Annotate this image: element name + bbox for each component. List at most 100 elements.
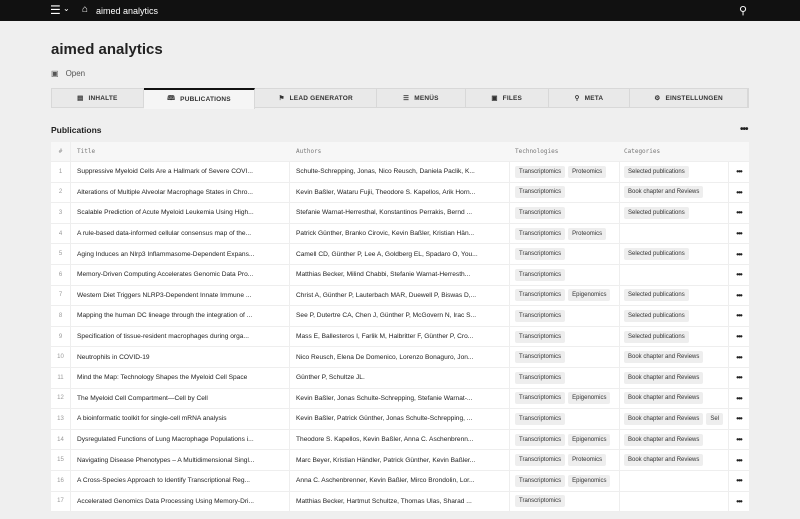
col-technologies[interactable]: Technologies <box>510 142 620 161</box>
technology-tag[interactable]: Epigenomics <box>568 433 611 446</box>
category-tag[interactable]: Book chapter and Reviews <box>624 433 704 446</box>
row-title[interactable]: Neutrophils in COVID-19 <box>71 347 290 367</box>
category-tag[interactable]: Selected publications <box>624 248 689 261</box>
row-actions-icon[interactable]: ••• <box>728 306 749 326</box>
technology-tag[interactable]: Transcriptomics <box>515 227 566 240</box>
search-icon[interactable]: ⚲ <box>739 4 747 17</box>
table-row[interactable]: 1 Suppressive Myeloid Cells Are a Hallma… <box>51 162 749 183</box>
row-actions-icon[interactable]: ••• <box>728 285 749 306</box>
row-title[interactable]: Mapping the human DC lineage through the… <box>71 306 290 326</box>
table-row[interactable]: 6 Memory-Driven Computing Accelerates Ge… <box>51 264 749 286</box>
category-tag[interactable]: Selected publications <box>624 309 689 322</box>
row-actions-icon[interactable]: ••• <box>728 429 749 450</box>
app-title[interactable]: aimed analytics <box>96 6 158 16</box>
table-row[interactable]: 10 Neutrophils in COVID-19 Nico Reusch, … <box>51 347 749 368</box>
row-title[interactable]: Alterations of Multiple Alveolar Macroph… <box>71 182 290 203</box>
technology-tag[interactable]: Transcriptomics <box>515 248 566 261</box>
table-row[interactable]: 3 Scalable Prediction of Acute Myeloid L… <box>51 203 749 224</box>
row-actions-icon[interactable]: ••• <box>728 450 749 470</box>
table-row[interactable]: 11 Mind the Map: Technology Shapes the M… <box>51 367 749 389</box>
row-actions-icon[interactable]: ••• <box>728 367 749 388</box>
row-actions-icon[interactable]: ••• <box>728 182 749 203</box>
category-tag[interactable]: Selected publications <box>624 206 689 219</box>
table-row[interactable]: 8 Mapping the human DC lineage through t… <box>51 306 749 327</box>
technology-tag[interactable]: Transcriptomics <box>515 371 566 384</box>
home-icon[interactable]: ⌂ <box>82 4 88 15</box>
table-row[interactable]: 9 Specification of tissue-resident macro… <box>51 326 749 348</box>
table-row[interactable]: 13 A bioinformatic toolkit for single-ce… <box>51 409 749 430</box>
table-row[interactable]: 14 Dysregulated Functions of Lung Macrop… <box>51 429 749 451</box>
row-title[interactable]: Mind the Map: Technology Shapes the Myel… <box>71 367 290 388</box>
row-title[interactable]: A rule-based data-informed cellular cons… <box>71 223 290 244</box>
technology-tag[interactable]: Epigenomics <box>568 392 611 405</box>
more-options-icon[interactable]: ••• <box>740 124 748 135</box>
technology-tag[interactable]: Transcriptomics <box>515 289 566 302</box>
technology-tag[interactable]: Transcriptomics <box>515 433 566 446</box>
tab-einstellungen[interactable]: ⚙ EINSTELLUNGEN <box>630 89 748 107</box>
technology-tag[interactable]: Transcriptomics <box>515 309 566 322</box>
row-actions-icon[interactable]: ••• <box>728 203 749 223</box>
row-actions-icon[interactable]: ••• <box>728 264 749 285</box>
table-row[interactable]: 15 Navigating Disease Phenotypes – A Mul… <box>51 450 749 471</box>
technology-tag[interactable]: Proteomics <box>568 227 607 240</box>
tab-lead-generator[interactable]: ⚑ LEAD GENERATOR <box>255 89 378 107</box>
row-title[interactable]: Navigating Disease Phenotypes – A Multid… <box>71 450 290 470</box>
technology-tag[interactable]: Transcriptomics <box>515 206 566 219</box>
technology-tag[interactable]: Proteomics <box>568 454 607 467</box>
category-tag[interactable]: Selected publications <box>624 165 689 178</box>
table-row[interactable]: 17 Accelerated Genomics Data Processing … <box>51 491 749 513</box>
technology-tag[interactable]: Proteomics <box>568 165 607 178</box>
row-title[interactable]: Aging Induces an Nlrp3 Inflammasome-Depe… <box>71 244 290 264</box>
tab-menüs[interactable]: ☰ MENÜS <box>377 89 466 107</box>
col-title[interactable]: Title <box>71 142 290 161</box>
category-tag[interactable]: Book chapter and Reviews <box>624 392 704 405</box>
row-title[interactable]: Scalable Prediction of Acute Myeloid Leu… <box>71 203 290 223</box>
technology-tag[interactable]: Transcriptomics <box>515 495 566 508</box>
tab-inhalte[interactable]: ▤ INHALTE <box>52 89 144 107</box>
table-row[interactable]: 16 A Cross-Species Approach to Identify … <box>51 470 749 492</box>
row-actions-icon[interactable]: ••• <box>728 162 749 182</box>
category-tag[interactable]: Book chapter and Reviews <box>624 454 704 467</box>
row-title[interactable]: A bioinformatic toolkit for single-cell … <box>71 409 290 429</box>
technology-tag[interactable]: Transcriptomics <box>515 330 566 343</box>
row-actions-icon[interactable]: ••• <box>728 409 749 429</box>
row-title[interactable]: Memory-Driven Computing Accelerates Geno… <box>71 264 290 285</box>
row-title[interactable]: Western Diet Triggers NLRP3-Dependent In… <box>71 285 290 306</box>
row-actions-icon[interactable]: ••• <box>728 326 749 347</box>
technology-tag[interactable]: Epigenomics <box>568 474 611 487</box>
hamburger-menu-icon[interactable]: ☰ <box>50 4 61 16</box>
category-tag[interactable]: Book chapter and Reviews <box>624 412 704 425</box>
tab-files[interactable]: ▣ FILES <box>466 89 549 107</box>
col-number[interactable]: # <box>51 142 71 161</box>
tab-publications[interactable]: 🕮 PUBLICATIONS <box>143 88 256 109</box>
technology-tag[interactable]: Transcriptomics <box>515 165 566 178</box>
row-actions-icon[interactable]: ••• <box>728 470 749 491</box>
technology-tag[interactable]: Epigenomics <box>568 289 611 302</box>
row-title[interactable]: Accelerated Genomics Data Processing Usi… <box>71 491 290 512</box>
chevron-down-icon[interactable]: ⌄ <box>63 4 70 13</box>
category-tag[interactable]: Book chapter and Reviews <box>624 186 704 199</box>
technology-tag[interactable]: Transcriptomics <box>515 474 566 487</box>
row-actions-icon[interactable]: ••• <box>728 388 749 409</box>
col-authors[interactable]: Authors <box>290 142 510 161</box>
row-title[interactable]: Dysregulated Functions of Lung Macrophag… <box>71 429 290 450</box>
row-title[interactable]: The Myeloid Cell Compartment—Cell by Cel… <box>71 388 290 409</box>
table-row[interactable]: 7 Western Diet Triggers NLRP3-Dependent … <box>51 285 749 307</box>
row-title[interactable]: Suppressive Myeloid Cells Are a Hallmark… <box>71 162 290 182</box>
row-title[interactable]: Specification of tissue-resident macroph… <box>71 326 290 347</box>
row-title[interactable]: A Cross-Species Approach to Identify Tra… <box>71 470 290 491</box>
row-actions-icon[interactable]: ••• <box>728 244 749 264</box>
technology-tag[interactable]: Transcriptomics <box>515 412 566 425</box>
technology-tag[interactable]: Transcriptomics <box>515 186 566 199</box>
technology-tag[interactable]: Transcriptomics <box>515 268 566 281</box>
row-actions-icon[interactable]: ••• <box>728 491 749 512</box>
category-tag[interactable]: Book chapter and Reviews <box>624 371 704 384</box>
technology-tag[interactable]: Transcriptomics <box>515 454 566 467</box>
row-actions-icon[interactable]: ••• <box>728 223 749 244</box>
table-row[interactable]: 4 A rule-based data-informed cellular co… <box>51 223 749 245</box>
row-actions-icon[interactable]: ••• <box>728 347 749 367</box>
table-row[interactable]: 2 Alterations of Multiple Alveolar Macro… <box>51 182 749 204</box>
technology-tag[interactable]: Transcriptomics <box>515 351 566 364</box>
category-tag[interactable]: Book chapter and Reviews <box>624 351 704 364</box>
category-tag[interactable]: Selected publications <box>624 330 689 343</box>
